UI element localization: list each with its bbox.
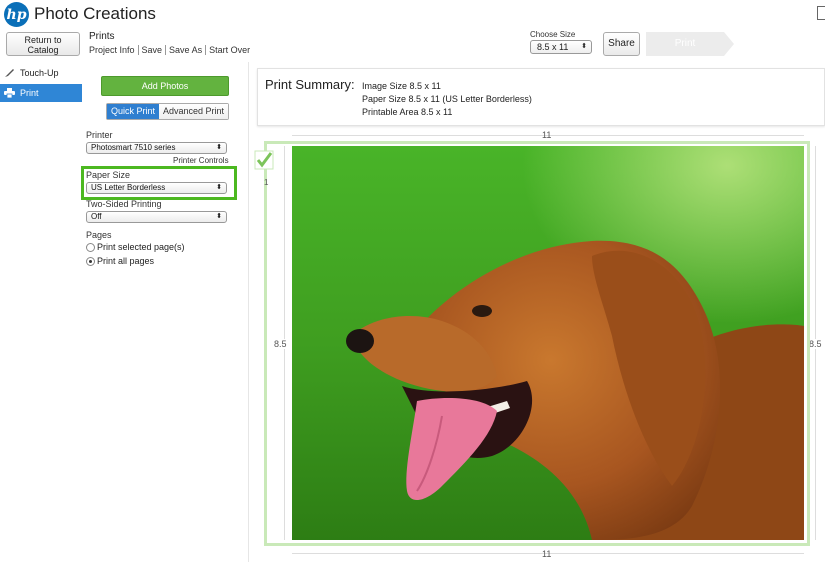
summary-details: Image Size 8.5 x 11 Paper Size 8.5 x 11 … xyxy=(362,80,532,119)
size-select[interactable]: 8.5 x 11 ⬍ xyxy=(530,40,592,54)
doc-type-label: Prints xyxy=(89,31,115,42)
nav-print[interactable]: Print xyxy=(0,84,82,102)
paper-size-select[interactable]: US Letter Borderless ⬍ xyxy=(86,182,227,194)
share-button[interactable]: Share xyxy=(603,32,640,56)
app-title: Photo Creations xyxy=(34,4,156,23)
brush-icon xyxy=(5,69,14,77)
paper-size-select-value: US Letter Borderless xyxy=(91,183,166,192)
summary-paper-size: Paper Size 8.5 x 11 (US Letter Borderles… xyxy=(362,94,532,104)
summary-title: Print Summary: xyxy=(265,77,355,92)
printer-controls-link[interactable]: Printer Controls xyxy=(173,156,229,165)
summary-image-size: Image Size 8.5 x 11 xyxy=(362,81,441,91)
pages-label: Pages xyxy=(86,230,112,240)
height-label-right: 8.5 xyxy=(809,339,822,349)
page-check-icon[interactable] xyxy=(254,150,274,170)
radio-button[interactable] xyxy=(86,256,95,266)
two-sided-select-value: Off xyxy=(91,212,102,221)
start-over-link[interactable]: Start Over xyxy=(206,45,253,55)
printer-select-value: Photosmart 7510 series xyxy=(91,143,176,152)
nav-touch-up[interactable]: Touch-Up xyxy=(0,64,82,82)
printer-select[interactable]: Photosmart 7510 series ⬍ xyxy=(86,142,227,154)
print-mode-tabs: Quick Print Advanced Print xyxy=(106,103,230,120)
chevron-updown-icon: ⬍ xyxy=(581,43,587,50)
print-button[interactable]: Print xyxy=(646,32,734,56)
panel-icon[interactable] xyxy=(817,6,825,20)
return-label-line1: Return to xyxy=(24,35,62,45)
dog-photo[interactable] xyxy=(292,146,804,540)
two-sided-select[interactable]: Off ⬍ xyxy=(86,211,227,223)
choose-size-label: Choose Size xyxy=(530,30,576,39)
return-label-line2: Catalog xyxy=(27,45,59,55)
width-label-bottom: 11 xyxy=(542,549,552,559)
add-photos-button[interactable]: Add Photos xyxy=(101,76,229,96)
nav-touch-up-label: Touch-Up xyxy=(20,68,59,78)
save-link[interactable]: Save xyxy=(139,45,167,55)
printer-icon xyxy=(4,88,15,98)
print-summary: Print Summary: Image Size 8.5 x 11 Paper… xyxy=(257,68,825,126)
chevron-updown-icon: ⬍ xyxy=(216,213,222,220)
photo-illustration xyxy=(292,146,804,540)
page-number: 1 xyxy=(264,178,269,187)
radio-label: Print all pages xyxy=(97,256,155,266)
paper-size-label: Paper Size xyxy=(86,170,131,180)
tab-quick-print[interactable]: Quick Print xyxy=(107,104,160,119)
project-menu: Project Info Save Save As Start Over xyxy=(89,45,253,55)
summary-printable-area: Printable Area 8.5 x 11 xyxy=(362,107,453,117)
size-select-value: 8.5 x 11 xyxy=(537,42,569,52)
tab-advanced-print[interactable]: Advanced Print xyxy=(159,104,229,119)
nav-print-label: Print xyxy=(20,88,39,98)
width-label-top: 11 xyxy=(542,130,552,140)
return-to-catalog-button[interactable]: Return to Catalog xyxy=(6,32,80,56)
printer-label: Printer xyxy=(86,130,113,140)
project-info-link[interactable]: Project Info xyxy=(89,45,139,55)
two-sided-label: Two-Sided Printing xyxy=(86,199,162,209)
chevron-updown-icon: ⬍ xyxy=(216,144,222,151)
radio-print-all[interactable]: Print all pages xyxy=(86,256,154,266)
save-as-link[interactable]: Save As xyxy=(166,45,207,55)
radio-label: Print selected page(s) xyxy=(97,242,185,252)
radio-button[interactable] xyxy=(86,242,95,252)
radio-print-selected[interactable]: Print selected page(s) xyxy=(86,242,185,252)
chevron-updown-icon: ⬍ xyxy=(216,184,222,191)
panel-divider xyxy=(248,62,249,562)
hp-logo: hp xyxy=(4,2,29,27)
